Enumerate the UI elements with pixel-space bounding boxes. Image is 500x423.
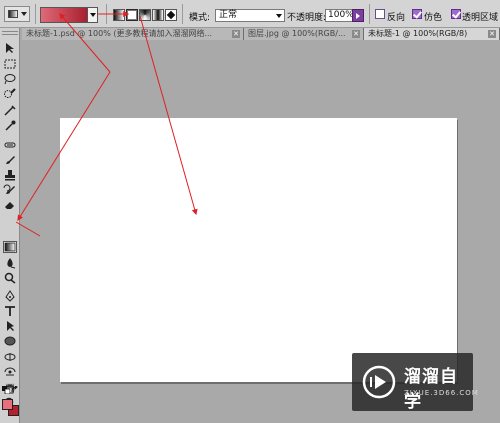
gradient-picker[interactable] xyxy=(40,7,98,23)
tab-document-3[interactable]: 未标题-1 @ 100%(RGB/8) ✕ xyxy=(364,28,500,40)
move-tool-icon[interactable] xyxy=(3,42,17,54)
play-logo-icon xyxy=(362,365,396,399)
separator xyxy=(106,4,107,24)
mode-label: 模式: xyxy=(189,13,211,23)
watermark-url: ZIXUE.3D66.COM xyxy=(404,389,479,397)
dodge-tool-icon[interactable] xyxy=(3,272,17,284)
separator xyxy=(369,4,370,24)
3d-orbit-tool-icon[interactable] xyxy=(3,366,17,378)
shape-tool-icon[interactable] xyxy=(3,335,17,347)
watermark-name: 溜溜自学 xyxy=(404,367,458,412)
type-tool-icon[interactable] xyxy=(3,305,17,317)
3d-rotate-tool-icon[interactable] xyxy=(3,351,17,363)
document-tab-bar: 未标题-1.psd @ 100% (更多教程请加入溜溜网络... ✕ 图层.jp… xyxy=(22,28,500,40)
toolbox xyxy=(0,28,20,423)
gradient-dropdown-button[interactable] xyxy=(87,8,97,22)
foreground-color-swatch[interactable] xyxy=(2,399,13,410)
reverse-checkbox[interactable] xyxy=(375,9,385,19)
close-icon[interactable]: ✕ xyxy=(488,30,496,38)
reverse-label: 反向 xyxy=(387,13,406,23)
chevron-down-icon xyxy=(21,12,27,16)
lasso-tool-icon[interactable] xyxy=(3,73,17,85)
tab-label: 未标题-1.psd @ 100% (更多教程请加入溜溜网络... xyxy=(26,29,213,38)
separator xyxy=(182,4,183,24)
tab-document-1[interactable]: 未标题-1.psd @ 100% (更多教程请加入溜溜网络... ✕ xyxy=(22,28,244,40)
pen-tool-icon[interactable] xyxy=(3,290,17,302)
path-selection-tool-icon[interactable] xyxy=(3,320,17,332)
transparency-checkbox[interactable] xyxy=(451,9,461,19)
gradient-tool-icon[interactable] xyxy=(3,241,17,253)
healing-brush-tool-icon[interactable] xyxy=(3,139,17,151)
swap-colors-icon[interactable] xyxy=(11,385,19,394)
radial-gradient-icon[interactable] xyxy=(126,9,138,21)
marquee-tool-icon[interactable] xyxy=(3,58,17,70)
gradient-preview[interactable] xyxy=(41,8,87,22)
mode-select[interactable]: 正常 xyxy=(215,9,285,22)
brush-tool-icon[interactable] xyxy=(3,154,17,166)
toolbox-grip[interactable] xyxy=(2,31,18,35)
linear-gradient-icon[interactable] xyxy=(113,9,125,21)
eraser-tool-icon[interactable] xyxy=(3,199,17,211)
angle-gradient-icon[interactable] xyxy=(139,9,151,21)
dither-checkbox[interactable] xyxy=(412,9,422,19)
document-canvas[interactable] xyxy=(60,118,457,382)
opacity-label: 不透明度: xyxy=(287,13,327,23)
gradient-tool-icon xyxy=(8,10,18,18)
tab-label: 未标题-1 @ 100%(RGB/8) xyxy=(368,29,468,38)
transparency-label: 透明区域 xyxy=(462,13,499,23)
clone-stamp-tool-icon[interactable] xyxy=(3,169,17,181)
options-bar: 模式: 正常 不透明度: 100% 反向 仿色 透明区域 xyxy=(0,0,500,28)
tool-preset-picker[interactable] xyxy=(4,6,30,22)
chevron-down-icon xyxy=(276,14,282,18)
tab-label: 图层.jpg @ 100%(RGB/... xyxy=(248,29,346,38)
mode-value: 正常 xyxy=(219,10,238,20)
reflected-gradient-icon[interactable] xyxy=(152,9,164,21)
opacity-slider-button[interactable] xyxy=(352,9,364,22)
separator xyxy=(35,4,36,24)
close-icon[interactable]: ✕ xyxy=(352,30,360,38)
dither-label: 仿色 xyxy=(424,13,443,23)
diamond-gradient-icon[interactable] xyxy=(165,9,177,21)
blur-tool-icon[interactable] xyxy=(3,257,17,269)
quick-selection-tool-icon[interactable] xyxy=(3,88,17,100)
eyedropper-tool-icon[interactable] xyxy=(3,119,17,131)
crop-tool-icon[interactable] xyxy=(3,104,17,116)
history-brush-tool-icon[interactable] xyxy=(3,184,17,196)
opacity-input[interactable]: 100% xyxy=(325,9,354,22)
tab-document-2[interactable]: 图层.jpg @ 100%(RGB/... ✕ xyxy=(244,28,364,40)
close-icon[interactable]: ✕ xyxy=(232,30,240,38)
watermark: 溜溜自学 ZIXUE.3D66.COM xyxy=(352,353,478,412)
default-colors-icon[interactable] xyxy=(2,386,11,395)
